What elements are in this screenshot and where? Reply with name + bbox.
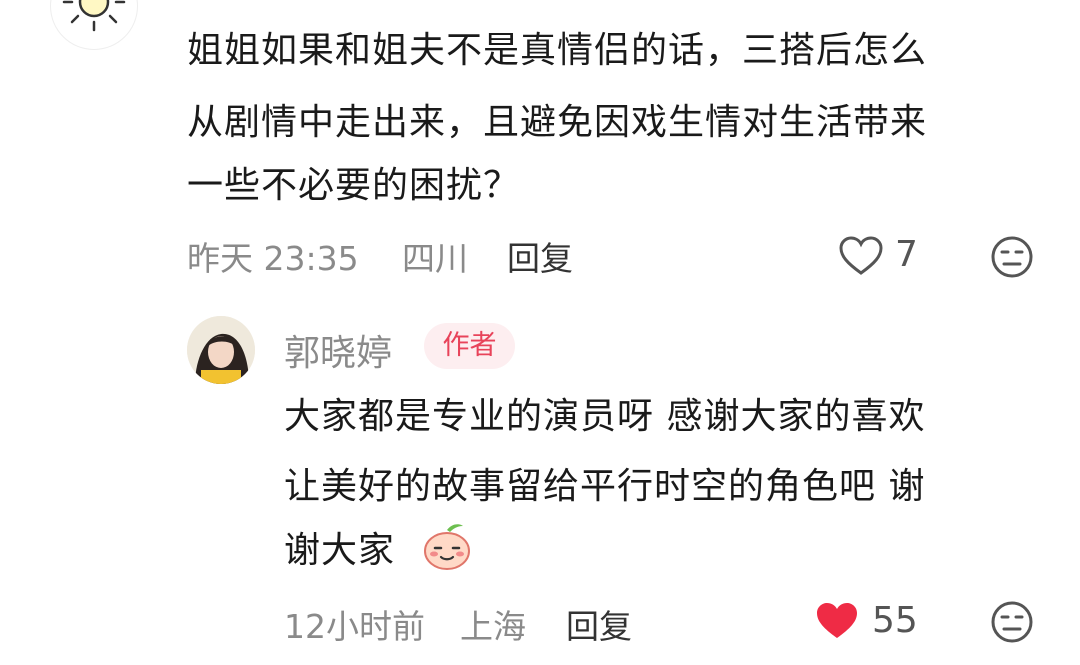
meh-face-icon[interactable] [990, 600, 1034, 644]
peach-blushing-emoji [419, 520, 475, 572]
reply-text-line: 让美好的故事留给平行时空的角色吧 谢 [284, 466, 926, 507]
reply-reply-button[interactable]: 回复 [566, 600, 632, 648]
heart-filled-icon[interactable] [814, 600, 860, 642]
reply-like-count: 55 [872, 600, 918, 641]
reply-time: 12小时前 [284, 607, 425, 646]
comment-time: 昨天 23:35 [187, 239, 359, 278]
comment-text-line: 从剧情中走出来，且避免因戏生情对生活带来 [187, 102, 928, 143]
author-badge: 作者 [424, 323, 515, 369]
author-name[interactable]: 郭晓婷 [284, 324, 392, 376]
reply-text-line: 谢大家 [284, 530, 396, 571]
comment-location: 四川 [402, 239, 468, 278]
reply-text-line: 大家都是专业的演员呀 感谢大家的喜欢 [284, 396, 926, 437]
commenter-avatar[interactable] [50, 0, 138, 50]
author-avatar[interactable] [187, 316, 255, 384]
comment-reply-button[interactable]: 回复 [507, 232, 573, 280]
sun-icon [62, 0, 126, 32]
comment-text-line: 姐姐如果和姐夫不是真情侣的话，三搭后怎么 [187, 30, 928, 71]
reply-location: 上海 [460, 607, 526, 646]
comment-text-line: 一些不必要的困扰？ [187, 165, 521, 206]
meh-face-icon[interactable] [990, 235, 1034, 279]
comment-like-count: 7 [895, 234, 918, 275]
heart-outline-icon[interactable] [838, 235, 884, 277]
